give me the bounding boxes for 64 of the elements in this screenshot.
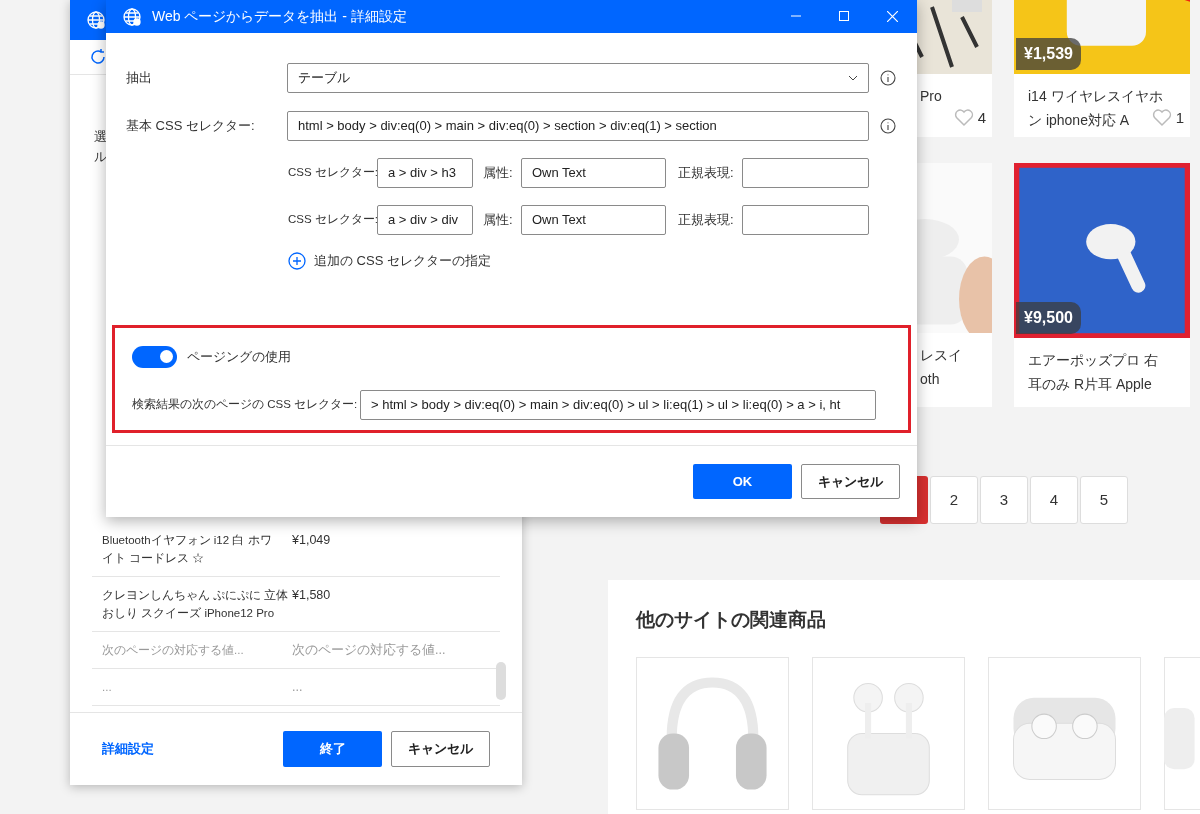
next-page-selector-field[interactable]: > html > body > div:eq(0) > main > div:eq(0) > ul > li:eq(1) > ul > li:eq(0) > a > i, ht bbox=[360, 389, 876, 420]
field-label: CSS セレクター: bbox=[288, 212, 379, 228]
base-selector-field[interactable]: html > body > div:eq(0) > main > div:eq(0) > section > div:eq(1) > section bbox=[287, 111, 869, 141]
table-cell-text: ¥1,580 bbox=[291, 587, 331, 604]
field-label: 検索結果の次のページの CSS セレクター: bbox=[132, 396, 358, 412]
attribute-field[interactable]: Own Text bbox=[521, 158, 666, 188]
page-button[interactable]: 3 bbox=[980, 476, 1028, 524]
price-tag: ¥1,539 bbox=[1016, 38, 1081, 70]
close-icon[interactable] bbox=[887, 11, 898, 22]
paging-toggle[interactable] bbox=[132, 345, 177, 368]
table-cell-text: 次のページの対応する値... bbox=[291, 642, 446, 659]
advanced-settings-link[interactable]: 詳細設定 bbox=[102, 739, 154, 759]
field-label: 属性: bbox=[482, 211, 514, 230]
product-title: エアーポッズプロ 右 bbox=[1028, 351, 1158, 370]
page-button[interactable]: 2 bbox=[930, 476, 978, 524]
field-label: 基本 CSS セレクター: bbox=[126, 117, 256, 136]
product-title: ン iphone対応 A bbox=[1028, 111, 1130, 130]
field-label: 正規表現: bbox=[677, 164, 735, 183]
product-title: i14 ワイヤレスイヤホ bbox=[1028, 87, 1163, 106]
product-card[interactable]: ¥9,500 エアーポッズプロ 右 耳のみ R片耳 Apple bbox=[1014, 163, 1190, 407]
dialog-title: Web ページからデータを抽出 - 詳細設定 bbox=[152, 7, 407, 26]
like-count: 1 bbox=[1175, 107, 1184, 128]
table-cell-text: 次のページの対応する値... bbox=[102, 643, 244, 658]
field-label: 正規表現: bbox=[677, 211, 735, 230]
toggle-label: ページングの使用 bbox=[187, 347, 291, 366]
product-card[interactable]: ¥1,539 i14 ワイヤレスイヤホ ン iphone対応 A 1 bbox=[1014, 0, 1190, 137]
field-label: CSS セレクター: bbox=[288, 165, 379, 181]
scrollbar-thumb[interactable] bbox=[496, 662, 506, 700]
section-heading: 他のサイトの関連商品 bbox=[636, 608, 827, 632]
product-title: レスイ bbox=[920, 346, 962, 365]
field-label: 抽出 bbox=[126, 69, 153, 88]
page-button[interactable]: 5 bbox=[1080, 476, 1128, 524]
cancel-button[interactable]: キャンセル bbox=[801, 464, 900, 499]
chevron-down-icon bbox=[848, 75, 858, 81]
selector-field[interactable]: a > div > div bbox=[377, 205, 473, 235]
table-cell-text: ¥1,049 bbox=[291, 532, 331, 549]
product-title: oth bbox=[920, 370, 940, 389]
add-selector-link[interactable]: 追加の CSS セレクターの指定 bbox=[288, 251, 491, 271]
like-count: 4 bbox=[977, 107, 986, 128]
globe-icon bbox=[86, 10, 106, 30]
info-icon[interactable] bbox=[880, 70, 896, 86]
attribute-field[interactable]: Own Text bbox=[521, 205, 666, 235]
maximize-icon[interactable] bbox=[839, 11, 849, 21]
regex-field[interactable] bbox=[742, 205, 869, 235]
cancel-button[interactable]: キャンセル bbox=[391, 731, 490, 767]
info-icon[interactable] bbox=[880, 118, 896, 134]
table-cell-text: Bluetoothイヤフォン i12 白 ホワ イト コードレス ☆ bbox=[102, 533, 272, 566]
primary-button[interactable]: OK bbox=[693, 464, 792, 499]
selector-field[interactable]: a > div > h3 bbox=[377, 158, 473, 188]
field-label: 属性: bbox=[482, 164, 514, 183]
globe-icon bbox=[122, 6, 142, 27]
product-title: 耳のみ R片耳 Apple bbox=[1028, 375, 1152, 394]
table-cell-text: ... bbox=[291, 679, 303, 696]
table-cell-text: クレヨンしんちゃん ぷにぷに 立体 おしり スクイーズ iPhone12 Pro bbox=[102, 588, 289, 621]
description-text: ル bbox=[94, 148, 108, 166]
product-title: Pro bbox=[920, 87, 942, 106]
regex-field[interactable] bbox=[742, 158, 869, 188]
page-button[interactable]: 4 bbox=[1030, 476, 1078, 524]
extract-dropdown[interactable]: テーブル bbox=[287, 63, 869, 93]
table-cell-text: ... bbox=[102, 680, 112, 695]
primary-button[interactable]: 終了 bbox=[283, 731, 382, 767]
refresh-icon[interactable] bbox=[88, 47, 108, 67]
plus-circle-icon bbox=[288, 251, 306, 270]
price-tag: ¥9,500 bbox=[1016, 302, 1081, 334]
